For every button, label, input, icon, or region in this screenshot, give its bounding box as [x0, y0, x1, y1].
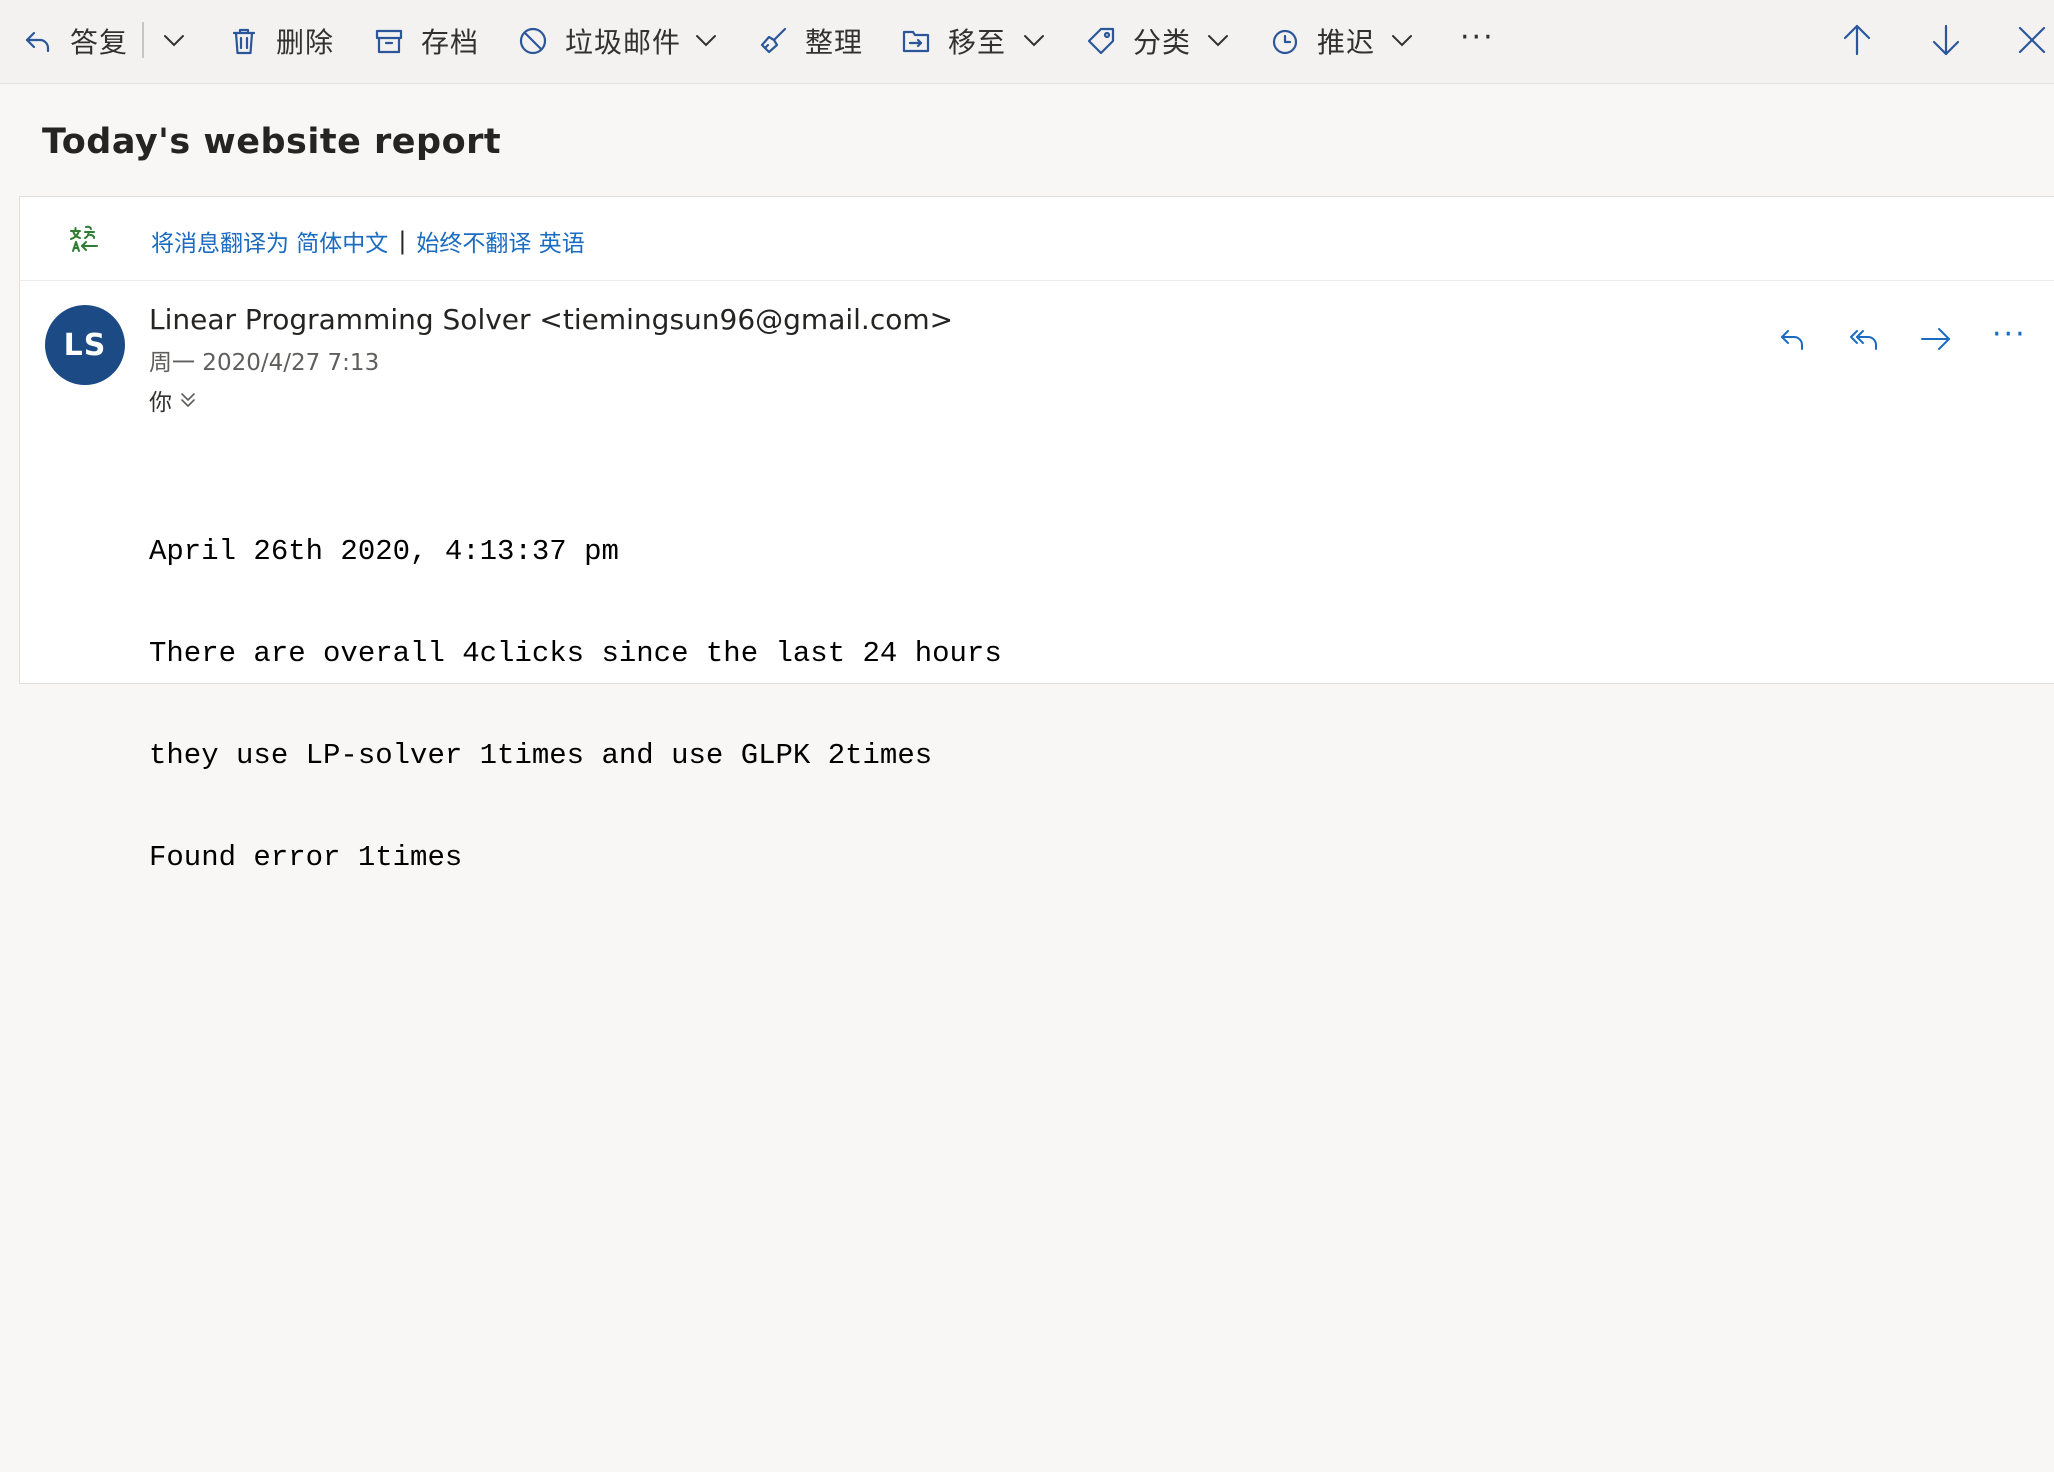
reply-label: 答复	[70, 26, 129, 59]
message-body: April 26th 2020, 4:13:37 pm There are ov…	[149, 467, 1002, 943]
delete-button[interactable]: 删除	[228, 10, 334, 72]
clock-icon	[1272, 29, 1298, 55]
next-message-button[interactable]	[1924, 18, 1968, 62]
translation-bar: 将消息翻译为 简体中文 | 始终不翻译 英语	[20, 197, 2054, 281]
body-line: There are overall 4clicks since the last…	[149, 637, 1002, 670]
recipient-name: 你	[149, 390, 172, 416]
archive-label: 存档	[421, 26, 480, 59]
reply-options-dropdown[interactable]	[158, 22, 190, 58]
double-chevron-down-icon	[181, 393, 195, 407]
never-translate-link[interactable]: 始终不翻译 英语	[416, 224, 584, 258]
translation-links: 将消息翻译为 简体中文 | 始终不翻译 英语	[151, 224, 585, 258]
move-to-options-dropdown[interactable]	[1018, 22, 1050, 58]
reply-all-icon	[1850, 330, 1877, 350]
message-card: 将消息翻译为 简体中文 | 始终不翻译 英语 LS Linear Program…	[19, 196, 2054, 874]
translate-message-link[interactable]: 将消息翻译为 简体中文	[151, 224, 388, 258]
junk-button[interactable]: 垃圾邮件	[517, 10, 681, 72]
previous-message-button[interactable]	[1835, 18, 1879, 62]
toolbar-divider	[142, 22, 144, 58]
archive-icon	[375, 29, 403, 54]
message-more-actions-button[interactable]: ···	[1992, 317, 2027, 352]
more-actions-button[interactable]: ···	[1460, 20, 1495, 55]
sweep-button[interactable]: 整理	[757, 10, 863, 72]
forward-icon	[1921, 328, 1950, 350]
categorize-options-dropdown[interactable]	[1202, 22, 1234, 58]
arrow-down-icon	[1932, 24, 1960, 56]
command-toolbar: 答复 删除 存档 垃圾邮件 整理 移至 分类 推迟 ···	[0, 0, 2054, 84]
link-separator: |	[398, 227, 407, 255]
body-line: April 26th 2020, 4:13:37 pm	[149, 535, 619, 568]
body-line: Found error 1times	[149, 841, 463, 874]
chevron-down-icon	[1024, 35, 1044, 47]
categorize-button[interactable]: 分类	[1085, 10, 1191, 72]
message-date: 周一 2020/4/27 7:13	[149, 350, 380, 376]
snooze-label: 推迟	[1317, 26, 1376, 59]
body-line: they use LP-solver 1times and use GLPK 2…	[149, 739, 933, 772]
trash-icon	[232, 28, 256, 55]
sender-name[interactable]: Linear Programming Solver <tiemingsun96@…	[149, 303, 953, 336]
move-to-folder-icon	[902, 30, 930, 53]
archive-button[interactable]: 存档	[373, 10, 479, 72]
avatar[interactable]: LS	[45, 305, 125, 385]
reply-message-button[interactable]	[1769, 315, 1817, 363]
reply-button[interactable]: 答复	[22, 10, 128, 72]
arrow-up-icon	[1843, 24, 1871, 56]
delete-label: 删除	[276, 26, 335, 59]
broom-icon	[760, 27, 787, 54]
block-icon	[519, 27, 547, 55]
snooze-options-dropdown[interactable]	[1386, 22, 1418, 58]
message-subject: Today's website report	[42, 122, 502, 162]
junk-options-dropdown[interactable]	[690, 22, 722, 58]
reply-icon	[1781, 330, 1803, 350]
reply-icon	[25, 31, 50, 53]
sweep-label: 整理	[805, 26, 864, 59]
close-button[interactable]	[2010, 18, 2054, 62]
reply-all-button[interactable]	[1841, 315, 1889, 363]
categorize-label: 分类	[1133, 26, 1192, 59]
junk-label: 垃圾邮件	[565, 26, 682, 59]
chevron-down-icon	[1208, 35, 1228, 47]
forward-button[interactable]	[1912, 315, 1960, 363]
snooze-button[interactable]: 推迟	[1269, 10, 1375, 72]
recipient-toggle[interactable]: 你	[149, 383, 198, 417]
tag-icon	[1087, 27, 1115, 55]
chevron-down-icon	[164, 35, 184, 47]
translate-icon	[70, 225, 98, 252]
move-to-label: 移至	[948, 26, 1007, 59]
move-to-button[interactable]: 移至	[900, 10, 1006, 72]
chevron-down-icon	[1392, 35, 1412, 47]
close-icon	[2018, 26, 2046, 54]
chevron-down-icon	[696, 35, 716, 47]
